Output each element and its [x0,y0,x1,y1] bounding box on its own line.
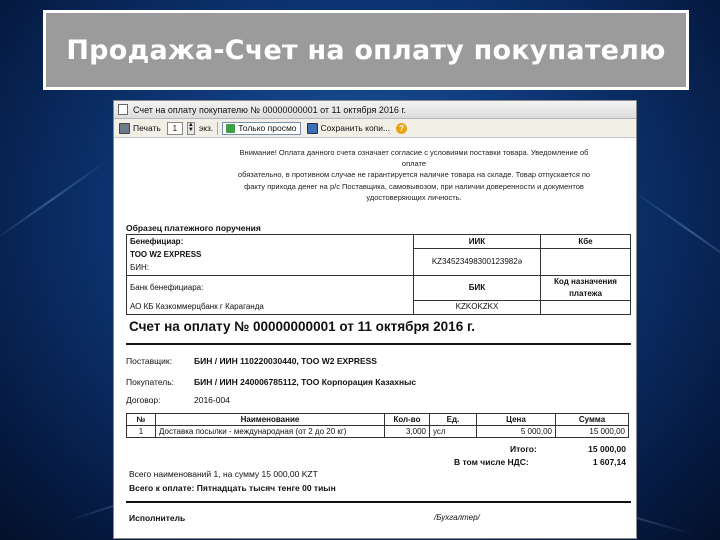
items-header-row: № Наименование Кол-во Ед. Цена Сумма [126,413,629,426]
kbe-label: Кбе [540,234,631,249]
buyer-value: БИН / ИИН 240006785112, ТОО Корпорация К… [194,377,417,387]
toolbar: Печать 1 ▲ ▼ экз. Только просмо Сохранить… [114,119,636,138]
buyer-row: Покупатель: БИН / ИИН 240006785112, ТОО … [126,377,416,387]
invoice-document: Внимание! Оплата данного счета означает … [114,137,636,538]
purpose-code-label: Код назначения платежа [540,274,631,301]
beneficiary-label: Бенефициар: [126,234,414,249]
warning-line: оплате [401,159,427,169]
copies-input[interactable]: 1 [166,121,183,135]
contract-label: Договор: [126,395,161,405]
bin-line: БИН: [126,261,414,276]
supplier-label: Поставщик: [126,356,172,366]
save-icon [306,122,318,134]
total-value: 15 000,00 [588,444,626,454]
copies-suffix: экз. [198,123,214,133]
pay-total-label: Всего к оплате: [129,483,195,493]
slide-title: Продажа-Счет на оплату покупателю [66,34,666,66]
invoice-window: Счет на оплату покупателю № 00000000001 … [113,100,637,539]
bank-label: Банк бенефициара: [126,274,414,300]
save-copy-label: Сохранить копи... [320,123,391,133]
col-header: № [126,413,156,426]
warning-line: Внимание! Оплата данного счета означает … [239,148,589,157]
save-copy-button[interactable]: Сохранить копи... [305,122,393,134]
iik-label: ИИК [413,234,541,249]
warning-line: удостоверяющих личность. [366,192,462,202]
invoice-title: Счет на оплату № 00000000001 от 11 октяб… [129,319,475,334]
beneficiary-name: ТОО W2 EXPRESS [126,248,414,262]
document-icon [118,104,128,115]
item-price: 5 000,00 [476,425,556,438]
pay-total-words: Пятнадцать тысяч тенге 00 тиын [196,483,336,493]
contract-row: Договор: 2016-004 [126,395,230,405]
buyer-label: Покупатель: [126,377,175,387]
iik-value: KZ34523498300123982ә [413,248,541,275]
warning-line: обязательно, в противном случае не гаран… [237,170,591,180]
warning-text: Внимание! Оплата данного счета означает … [204,147,624,203]
col-header: Сумма [555,413,629,426]
item-qty: 3,000 [384,425,430,438]
copies-spinner[interactable]: ▲ ▼ [186,121,195,135]
footer-divider [126,501,631,503]
kbe-value [540,248,631,275]
print-label: Печать [133,123,161,133]
toolbar-divider [217,121,219,135]
vat-row: В том числе НДС: 1 607,14 [414,457,626,467]
total-label: Итого: [510,444,537,454]
col-header: Наименование [155,413,385,426]
warning-line: факту прихода денег на р/с Поставщика, с… [244,181,584,191]
help-icon[interactable]: ? [396,122,408,134]
supplier-value: БИН / ИИН 110220030440, ТОО W2 EXPRESS [194,356,377,366]
slide-title-banner: Продажа-Счет на оплату покупателю [43,10,689,90]
view-mode-toggle[interactable]: Только просмо [222,121,301,135]
table-row: 1 Доставка посылки - международная (от 2… [126,425,629,438]
purpose-code-value [540,299,631,315]
vat-value: 1 607,14 [592,457,626,467]
items-count-line: Всего наименований 1, на сумму 15 000,00… [129,469,318,479]
item-sum: 15 000,00 [555,425,629,438]
item-no: 1 [126,425,156,438]
col-header: Кол-во [384,413,430,426]
grid-icon [226,123,236,133]
printer-icon [119,122,130,134]
signer-label: Исполнитель [129,513,186,523]
item-unit: усл [429,425,477,438]
view-mode-label: Только просмо [238,123,297,133]
items-table: № Наименование Кол-во Ед. Цена Сумма 1 Д… [126,413,629,438]
bik-value: KZKOKZKX [413,299,541,315]
supplier-row: Поставщик: БИН / ИИН 110220030440, ТОО W… [126,356,377,366]
window-title: Счет на оплату покупателю № 00000000001 … [133,104,407,115]
bank-name: АО КБ Казкоммерцбанк г Караганда [126,300,414,315]
contract-value: 2016-004 [194,395,230,405]
bik-label: БИК [413,274,541,301]
col-header: Цена [476,413,556,426]
vat-label: В том числе НДС: [454,457,529,467]
window-titlebar[interactable]: Счет на оплату покупателю № 00000000001 … [114,101,636,119]
pay-total-line: Всего к оплате: Пятнадцать тысяч тенге 0… [129,483,336,493]
print-button[interactable]: Печать [117,122,163,134]
payment-sample-title: Образец платежного поручения [126,223,261,233]
signer-role: /Бухгалтер/ [434,513,480,522]
total-row: Итого: 15 000,00 [414,444,626,454]
title-divider [126,343,631,345]
payment-order-table: Бенефициар: ИИК Кбе ТОО W2 EXPRESS KZ345… [126,234,631,315]
item-name: Доставка посылки - международная (от 2 д… [155,425,385,438]
col-header: Ед. [429,413,477,426]
